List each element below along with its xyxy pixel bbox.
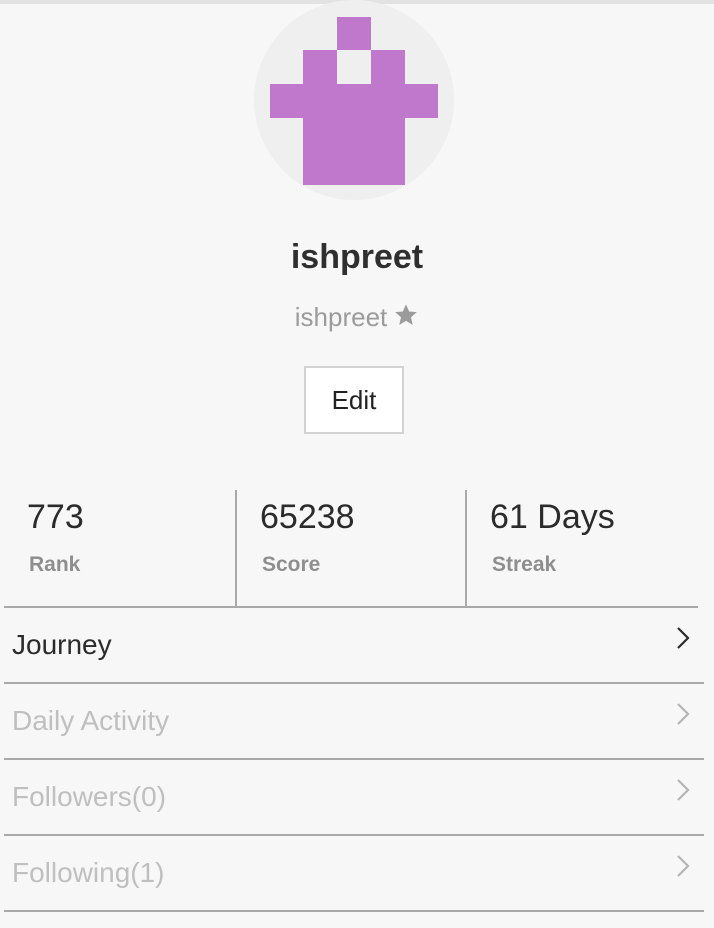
edit-profile-button[interactable]: Edit (304, 366, 404, 434)
stat-score: 65238 Score (235, 490, 465, 606)
stat-streak: 61 Days Streak (465, 490, 698, 606)
stat-label: Score (262, 553, 321, 576)
stat-value: 61 Days (490, 498, 615, 536)
stat-value: 65238 (260, 498, 355, 536)
chevron-right-icon (676, 778, 690, 807)
menu-item-label: Journey (12, 629, 112, 660)
stats-panel: 773 Rank 65238 Score 61 Days Streak (4, 490, 698, 606)
stat-value: 773 (27, 498, 84, 536)
avatar (254, 0, 454, 200)
profile-display-name: ishpreet (290, 238, 424, 276)
menu-item-daily-activity[interactable]: Daily Activity (4, 684, 704, 760)
username-row: ishpreet (0, 302, 714, 335)
stat-rank: 773 Rank (4, 490, 235, 606)
stat-label: Streak (492, 553, 557, 576)
star-icon (393, 302, 419, 335)
stat-label: Rank (29, 553, 81, 576)
menu-item-journey[interactable]: Journey (4, 608, 704, 684)
chevron-right-icon (676, 702, 690, 731)
identicon-avatar (270, 17, 438, 185)
chevron-right-icon (676, 626, 690, 655)
profile-username: ishpreet (294, 302, 388, 332)
menu-item-label: Daily Activity (12, 705, 170, 736)
menu-item-followers[interactable]: Followers(0) (4, 760, 704, 836)
menu-item-label: Following(1) (12, 857, 165, 888)
chevron-right-icon (676, 854, 690, 883)
menu-item-following[interactable]: Following(1) (4, 836, 704, 912)
menu-item-label: Followers(0) (12, 781, 167, 812)
profile-menu: Journey Daily Activity Followers(0) Foll… (4, 608, 704, 912)
